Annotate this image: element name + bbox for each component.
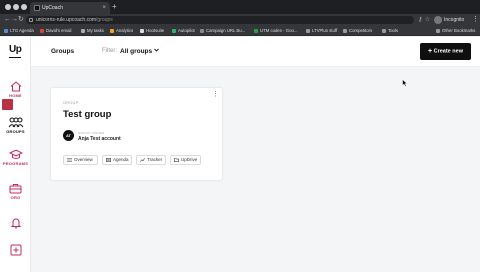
bookmark-folder[interactable]: Competitors <box>343 26 372 36</box>
plus-icon: + <box>428 48 433 55</box>
owner-name: Anja Test account <box>78 135 121 142</box>
bookmarks-bar: LTG Agenda David's email My tasks Analyt… <box>0 26 480 36</box>
other-bookmarks-folder[interactable]: Other Bookmarks <box>436 26 475 36</box>
upcoach-favicon-icon <box>34 5 40 11</box>
agenda-label: Agenda <box>113 157 129 162</box>
folder-icon <box>382 28 386 33</box>
page-title: Groups <box>51 48 75 55</box>
group-card[interactable]: GROUP Test group ⋮ AT GROUP OWNER Anja T… <box>51 88 222 180</box>
tracker-label: Tracker <box>147 157 163 162</box>
plus-square-icon <box>10 244 21 256</box>
folder-icon <box>306 28 310 33</box>
agenda-button[interactable]: Agenda <box>102 155 132 165</box>
sidebar-item-label: HOME <box>9 93 22 98</box>
bookmark-favicon-icon <box>140 28 144 33</box>
folder-icon <box>436 28 440 33</box>
window-maximize-button[interactable] <box>21 4 27 10</box>
owner-label: GROUP OWNER <box>78 131 105 135</box>
sidebar-item-label: ORG <box>10 195 21 200</box>
folder-icon <box>343 28 347 33</box>
tracker-icon <box>140 158 145 162</box>
profile-label[interactable]: Incognito <box>444 14 464 26</box>
group-kicker: GROUP <box>63 101 79 105</box>
browser-toolbar: ← → ↻ unicorns-rule.upcoach.com/groups ⚷… <box>0 14 480 26</box>
bookmark-favicon-icon <box>172 28 176 33</box>
key-icon[interactable]: ⚷ <box>418 17 424 23</box>
bookmark-favicon-icon <box>200 28 204 33</box>
create-new-label: Create new <box>433 48 463 55</box>
bookmark-favicon-icon <box>81 28 85 33</box>
graduation-cap-icon <box>8 149 23 159</box>
overview-button[interactable]: Overview <box>63 155 98 165</box>
browser-tab-bar: UpCoach × + <box>0 0 480 14</box>
briefcase-icon <box>9 184 22 194</box>
bookmark-item[interactable]: UTM codes - Goo... <box>254 26 298 36</box>
sidebar-item-label: GROUPS <box>6 129 25 134</box>
create-new-button[interactable]: + Create new <box>420 43 471 60</box>
folder-icon <box>174 158 179 162</box>
window-close-button[interactable] <box>5 4 11 10</box>
tab-title: UpCoach <box>42 5 63 11</box>
sidebar-item-home[interactable]: HOME <box>0 81 31 98</box>
star-icon[interactable]: ☆ <box>425 17 431 23</box>
groups-icon <box>8 117 23 128</box>
incognito-avatar-icon[interactable] <box>434 16 442 24</box>
sidebar-item-groups[interactable]: GROUPS <box>0 117 31 134</box>
sidebar-item-label: PROGRAMS <box>2 161 29 166</box>
updrive-label: UpDrive <box>181 157 198 162</box>
bookmark-folder[interactable]: Tools <box>382 26 398 36</box>
forward-arrow-icon[interactable]: → <box>11 15 18 25</box>
groups-filter-dropdown[interactable]: All groups <box>120 48 159 55</box>
home-icon <box>10 81 21 92</box>
sidebar-item-programs[interactable]: PROGRAMS <box>0 149 31 166</box>
chevron-down-icon <box>154 48 159 52</box>
url-host: unicorns-rule.upcoach.com <box>36 17 97 23</box>
browser-menu-icon[interactable]: ⋮ <box>472 14 479 26</box>
groups-list: GROUP Test group ⋮ AT GROUP OWNER Anja T… <box>31 68 480 272</box>
sidebar-item-notifications[interactable] <box>0 217 31 229</box>
bookmark-item[interactable]: My tasks <box>81 26 104 36</box>
bookmark-item[interactable]: Analytics <box>110 26 133 36</box>
url-path: /groups <box>96 17 113 23</box>
app-sidebar: Up HOME GROUPS PROGRAMS ORG <box>0 37 31 272</box>
bookmark-favicon-icon <box>254 28 258 33</box>
bookmark-favicon-icon <box>40 28 44 33</box>
overview-label: Overview <box>74 157 93 162</box>
bookmark-item[interactable]: LTG Agenda <box>4 26 34 36</box>
lock-icon <box>29 18 33 22</box>
filter-value: All groups <box>120 47 153 55</box>
bookmark-item[interactable]: Hootsuite <box>140 26 164 36</box>
bookmark-item[interactable]: David's email <box>40 26 71 36</box>
bookmark-folder[interactable]: LTVPlus stuff <box>306 26 337 36</box>
back-arrow-icon[interactable]: ← <box>4 15 11 25</box>
bell-icon <box>10 218 21 229</box>
url-field[interactable]: unicorns-rule.upcoach.com/groups <box>26 16 414 24</box>
sidebar-item-org[interactable]: ORG <box>0 183 31 200</box>
list-icon <box>67 158 72 162</box>
page-header: Groups Filter: All groups + Create new <box>31 37 480 67</box>
reload-icon[interactable]: ↻ <box>18 15 24 25</box>
group-title[interactable]: Test group <box>63 109 111 120</box>
agenda-icon <box>106 158 111 162</box>
mouse-cursor-icon <box>402 79 408 87</box>
filter-label: Filter: <box>102 48 117 54</box>
app-logo[interactable]: Up <box>9 44 22 55</box>
new-tab-button[interactable]: + <box>112 2 117 12</box>
bookmark-item[interactable]: Campaign URL Bu... <box>200 26 245 36</box>
recording-marker <box>2 99 13 110</box>
logo-underline <box>9 57 21 58</box>
bookmark-favicon-icon <box>4 28 8 33</box>
tracker-button[interactable]: Tracker <box>136 155 166 165</box>
bookmark-item[interactable]: Autopilot <box>172 26 195 36</box>
owner-avatar: AT <box>63 130 74 141</box>
browser-tab[interactable]: UpCoach × <box>30 2 110 14</box>
tab-close-icon[interactable]: × <box>102 2 106 14</box>
more-options-icon[interactable]: ⋮ <box>212 91 219 98</box>
sidebar-item-add[interactable] <box>0 244 31 256</box>
window-minimize-button[interactable] <box>13 4 19 10</box>
bookmark-favicon-icon <box>110 28 114 33</box>
updrive-button[interactable]: UpDrive <box>170 155 201 165</box>
